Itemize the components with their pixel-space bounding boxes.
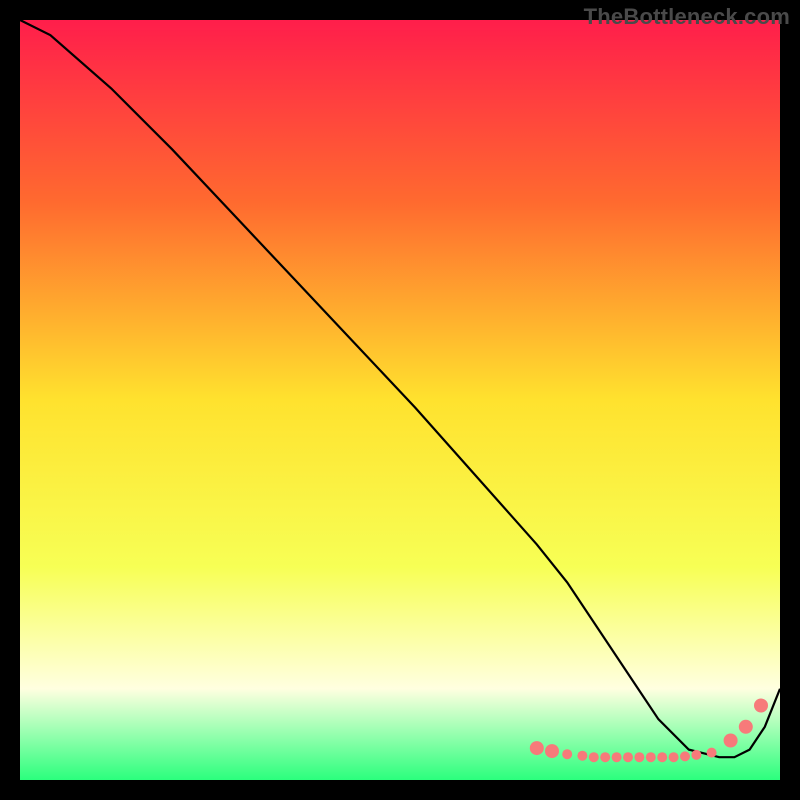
highlight-dot: [530, 741, 544, 755]
watermark-text: TheBottleneck.com: [584, 4, 790, 30]
highlight-dot: [612, 752, 622, 762]
highlight-dot: [562, 749, 572, 759]
plot-area: [20, 20, 780, 780]
highlight-dot: [623, 752, 633, 762]
bottleneck-chart-svg: [20, 20, 780, 780]
highlight-dot: [680, 751, 690, 761]
highlight-dot: [691, 750, 701, 760]
highlight-dot: [739, 720, 753, 734]
highlight-dot: [707, 748, 717, 758]
highlight-dot: [545, 744, 559, 758]
highlight-dot: [634, 752, 644, 762]
highlight-dot: [577, 751, 587, 761]
chart-frame: TheBottleneck.com: [0, 0, 800, 800]
highlight-dot: [600, 752, 610, 762]
highlight-dot: [657, 752, 667, 762]
highlight-dot: [669, 752, 679, 762]
highlight-dot: [589, 752, 599, 762]
highlight-dot: [646, 752, 656, 762]
highlight-dot: [724, 734, 738, 748]
gradient-background: [20, 20, 780, 780]
highlight-dot: [754, 699, 768, 713]
